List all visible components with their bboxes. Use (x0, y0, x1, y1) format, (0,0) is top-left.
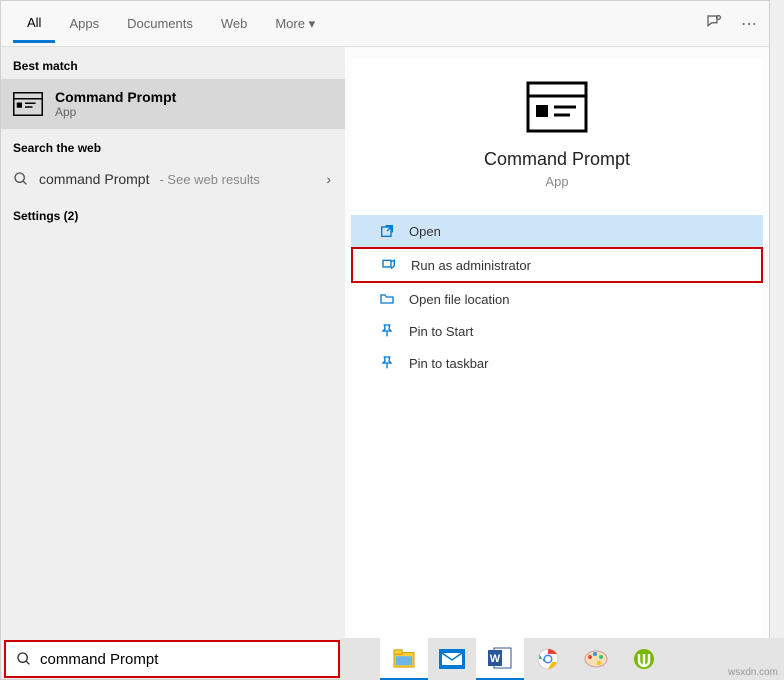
action-pin-task-label: Pin to taskbar (409, 356, 489, 371)
preview-column: Command Prompt App Open Run as administr… (345, 47, 769, 679)
watermark: wsxdn.com (728, 667, 778, 678)
taskbar-mail[interactable] (428, 638, 476, 680)
folder-icon (379, 291, 395, 307)
results-column: Best match Command Prompt App Search the… (1, 47, 345, 679)
web-result-query: command Prompt (39, 171, 149, 187)
preview-sub: App (545, 174, 568, 189)
pin-start-icon (379, 323, 395, 339)
web-result-item[interactable]: command Prompt - See web results › (1, 161, 345, 197)
svg-text:W: W (490, 653, 501, 665)
tab-apps[interactable]: Apps (55, 6, 113, 41)
taskbar-chrome[interactable] (524, 638, 572, 680)
feedback-icon[interactable] (705, 13, 723, 36)
action-pin-to-start[interactable]: Pin to Start (351, 315, 763, 347)
taskbar-utorrent[interactable] (620, 638, 668, 680)
open-icon (379, 223, 395, 239)
search-box[interactable] (4, 640, 340, 678)
tab-web[interactable]: Web (207, 6, 262, 41)
tab-documents[interactable]: Documents (113, 6, 207, 41)
best-match-title: Command Prompt (55, 89, 176, 105)
action-open-label: Open (409, 224, 441, 239)
best-match-sub: App (55, 105, 176, 119)
best-match-item[interactable]: Command Prompt App (1, 79, 345, 129)
search-input[interactable] (40, 651, 328, 668)
taskbar: W (340, 638, 784, 680)
chevron-right-icon: › (326, 171, 331, 187)
pin-taskbar-icon (379, 355, 395, 371)
search-icon (13, 171, 29, 187)
more-options-icon[interactable]: ⋯ (741, 14, 757, 34)
settings-label[interactable]: Settings (2) (1, 197, 345, 229)
action-pin-to-taskbar[interactable]: Pin to taskbar (351, 347, 763, 379)
best-match-label: Best match (1, 47, 345, 79)
action-open-file-location[interactable]: Open file location (351, 283, 763, 315)
search-tabs: All Apps Documents Web More ▾ ⋯ (1, 1, 769, 47)
web-result-hint: - See web results (159, 172, 259, 187)
command-prompt-large-icon (526, 81, 588, 133)
windows-search-panel: All Apps Documents Web More ▾ ⋯ Best mat… (0, 0, 770, 680)
taskbar-file-explorer[interactable] (380, 638, 428, 680)
action-open[interactable]: Open (351, 215, 763, 247)
action-open-loc-label: Open file location (409, 292, 509, 307)
tab-all[interactable]: All (13, 5, 55, 43)
shield-icon (381, 257, 397, 273)
preview-title: Command Prompt (484, 149, 630, 170)
action-run-admin-label: Run as administrator (411, 258, 531, 273)
command-prompt-icon (13, 91, 43, 117)
preview-actions: Open Run as administrator Open file loca… (351, 215, 763, 379)
search-icon (16, 651, 32, 667)
action-pin-start-label: Pin to Start (409, 324, 473, 339)
tab-more[interactable]: More ▾ (261, 6, 329, 42)
action-run-as-administrator[interactable]: Run as administrator (351, 247, 763, 283)
bottom-bar: W (0, 638, 784, 680)
taskbar-paint[interactable] (572, 638, 620, 680)
taskbar-word[interactable]: W (476, 638, 524, 680)
search-web-label: Search the web (1, 129, 345, 161)
